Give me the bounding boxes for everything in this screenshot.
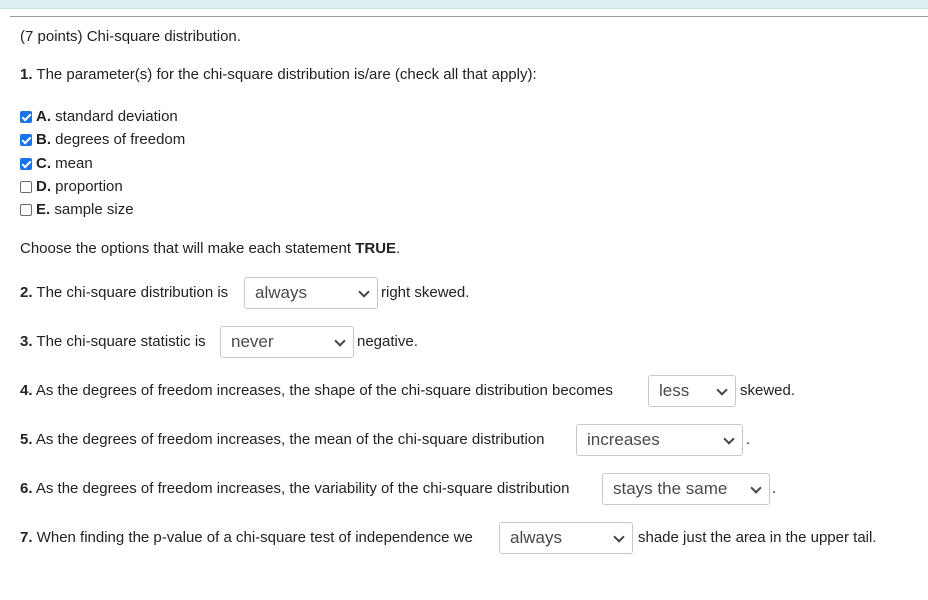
option-letter: B. [36, 131, 51, 148]
chevron-down-icon [723, 433, 735, 445]
option-letter: A. [36, 108, 51, 125]
problem-title: (7 points) Chi-square distribution. [20, 28, 241, 45]
question-1: 1. The parameter(s) for the chi-square d… [20, 66, 537, 84]
question-number: 2. [20, 284, 33, 301]
dropdown-q7[interactable]: always [499, 522, 633, 554]
question-tail: negative. [357, 333, 418, 350]
question-number: 6. [20, 480, 33, 497]
question-tail: . [772, 480, 777, 497]
dropdown-value: increases [587, 430, 660, 449]
option-letter: E. [36, 201, 51, 218]
dropdown-q6[interactable]: stays the same [602, 473, 770, 505]
question-text: The chi-square statistic is [36, 333, 206, 350]
checkbox-c[interactable] [20, 158, 32, 170]
question-number: 5. [20, 431, 33, 448]
option-b[interactable]: B. degrees of freedom [20, 131, 185, 149]
question-3: 3. The chi-square statistic is [20, 333, 206, 351]
question-tail: . [746, 431, 751, 448]
question-text: When finding the p-value of a chi-square… [36, 529, 473, 546]
option-letter: D. [36, 178, 51, 195]
question-tail: skewed. [740, 382, 796, 399]
checkbox-b[interactable] [20, 134, 32, 146]
chevron-down-icon [716, 384, 728, 396]
question-text: As the degrees of freedom increases, the… [35, 480, 570, 497]
top-banner [0, 0, 928, 9]
dropdown-value: never [231, 332, 274, 351]
option-d[interactable]: D. proportion [20, 178, 123, 196]
dropdown-value: stays the same [613, 479, 728, 498]
checkbox-d[interactable] [20, 181, 32, 193]
option-letter: C. [36, 155, 51, 172]
chevron-down-icon [334, 335, 346, 347]
dropdown-q3[interactable]: never [220, 326, 354, 358]
option-c[interactable]: C. mean [20, 155, 93, 173]
question-text: As the degrees of freedom increases, the… [35, 431, 545, 448]
question-number: 1. [20, 66, 33, 83]
question-text: The parameter(s) for the chi-square dist… [36, 66, 537, 83]
chevron-down-icon [358, 286, 370, 298]
option-a[interactable]: A. standard deviation [20, 108, 178, 126]
checkbox-e[interactable] [20, 204, 32, 216]
chevron-down-icon [613, 531, 625, 543]
dropdown-q2[interactable]: always [244, 277, 378, 309]
question-7: 7. When finding the p-value of a chi-squ… [20, 529, 473, 547]
question-number: 4. [20, 382, 33, 399]
instruction-emphasis: TRUE [355, 240, 397, 257]
option-label: mean [55, 155, 93, 172]
divider [10, 16, 928, 17]
question-tail: shade just the area in the upper tail. [638, 529, 877, 546]
option-e[interactable]: E. sample size [20, 201, 134, 219]
dropdown-q4[interactable]: less [648, 375, 736, 407]
question-text: The chi-square distribution is [36, 284, 229, 301]
option-label: sample size [54, 201, 134, 218]
dropdown-value: always [255, 283, 307, 302]
question-6: 6. As the degrees of freedom increases, … [20, 480, 569, 498]
dropdown-value: always [510, 528, 562, 547]
question-number: 7. [20, 529, 33, 546]
option-label: standard deviation [55, 108, 178, 125]
checkbox-a[interactable] [20, 111, 32, 123]
instruction-text: Choose the options that will make each s… [20, 240, 352, 257]
instruction: Choose the options that will make each s… [20, 240, 400, 258]
dropdown-q5[interactable]: increases [576, 424, 743, 456]
question-2: 2. The chi-square distribution is [20, 284, 228, 302]
dropdown-value: less [659, 381, 690, 400]
question-number: 3. [20, 333, 33, 350]
chevron-down-icon [750, 482, 762, 494]
question-tail: right skewed. [381, 284, 470, 301]
instruction-end: . [396, 240, 401, 257]
question-text: As the degrees of freedom increases, the… [35, 382, 613, 399]
question-4: 4. As the degrees of freedom increases, … [20, 382, 613, 400]
option-label: proportion [55, 178, 123, 195]
question-5: 5. As the degrees of freedom increases, … [20, 431, 544, 449]
option-label: degrees of freedom [55, 131, 186, 148]
